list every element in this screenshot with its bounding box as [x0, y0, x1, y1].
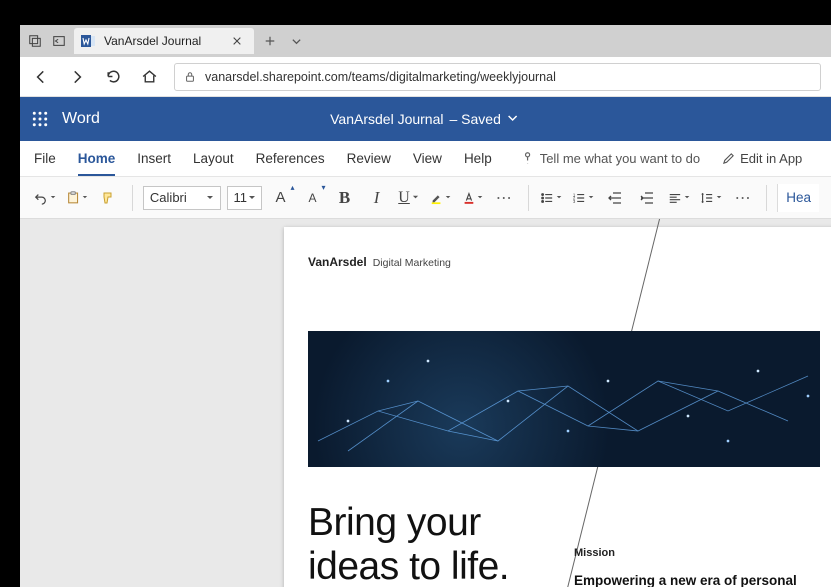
word-favicon-icon	[80, 33, 96, 49]
document-saved-status: – Saved	[450, 111, 501, 127]
url-text: vanarsdel.sharepoint.com/teams/digitalma…	[205, 70, 556, 84]
bold-button[interactable]: B	[332, 184, 358, 212]
tab-file[interactable]: File	[34, 141, 56, 176]
font-color-button[interactable]	[460, 184, 486, 212]
refresh-button[interactable]	[102, 66, 124, 88]
separator	[132, 185, 133, 211]
app-name: Word	[62, 110, 100, 128]
new-tab-button[interactable]	[260, 31, 280, 51]
document-canvas[interactable]: VanArsdel Digital Marketing Bring your i…	[20, 219, 831, 587]
tab-home[interactable]: Home	[78, 141, 116, 176]
mission-block: Mission Empowering a new era of personal…	[574, 501, 822, 587]
grow-font-button[interactable]: A▴	[268, 184, 294, 212]
tab-view[interactable]: View	[413, 141, 442, 176]
line-spacing-button[interactable]	[698, 184, 724, 212]
lock-icon	[183, 70, 197, 84]
undo-button[interactable]	[32, 184, 58, 212]
tell-me-search[interactable]: Tell me what you want to do	[522, 151, 700, 166]
back-button[interactable]	[30, 66, 52, 88]
browser-window: VanArsdel Journal vanarsde	[20, 25, 831, 587]
headline: Bring your ideas to life.	[308, 501, 548, 587]
italic-button[interactable]: I	[364, 184, 390, 212]
brand-subtitle: Digital Marketing	[373, 257, 451, 269]
paste-button[interactable]	[64, 184, 90, 212]
word-title-bar: Word VanArsdel Journal – Saved	[20, 97, 831, 141]
more-font-options-icon[interactable]: ⋯	[492, 184, 518, 212]
close-tab-icon[interactable]	[230, 34, 244, 48]
set-aside-tabs-icon[interactable]	[50, 32, 68, 50]
tab-help[interactable]: Help	[464, 141, 492, 176]
ribbon-tabs: File Home Insert Layout References Revie…	[20, 141, 831, 177]
brand-name: VanArsdel	[308, 255, 367, 269]
shrink-font-button[interactable]: A▾	[300, 184, 326, 212]
forward-button[interactable]	[66, 66, 88, 88]
tab-references[interactable]: References	[256, 141, 325, 176]
font-family-select[interactable]: Calibri	[143, 186, 222, 210]
brand-header: VanArsdel Digital Marketing	[308, 255, 822, 269]
url-input[interactable]: vanarsdel.sharepoint.com/teams/digitalma…	[174, 63, 821, 91]
bullet-list-button[interactable]	[538, 184, 564, 212]
font-size-select[interactable]: 11	[227, 186, 261, 210]
app-launcher-icon[interactable]	[30, 109, 50, 129]
home-button[interactable]	[138, 66, 160, 88]
highlight-button[interactable]	[428, 184, 454, 212]
browser-tab[interactable]: VanArsdel Journal	[74, 28, 254, 54]
tab-layout[interactable]: Layout	[193, 141, 234, 176]
hero-image	[308, 331, 820, 467]
chevron-down-icon	[507, 112, 521, 126]
document-page[interactable]: VanArsdel Digital Marketing Bring your i…	[284, 227, 831, 587]
ribbon-toolbar: Calibri 11 A▴ A▾ B I U ⋯	[20, 177, 831, 219]
document-title-text: VanArsdel Journal	[330, 111, 443, 127]
tab-review[interactable]: Review	[347, 141, 391, 176]
browser-tab-strip: VanArsdel Journal	[20, 25, 831, 57]
numbered-list-button[interactable]: 123	[570, 184, 596, 212]
separator	[766, 185, 767, 211]
format-painter-button[interactable]	[96, 184, 122, 212]
browser-tab-title: VanArsdel Journal	[104, 34, 201, 48]
styles-pane[interactable]: Hea	[777, 184, 819, 212]
align-button[interactable]	[666, 184, 692, 212]
separator	[528, 185, 529, 211]
mission-label: Mission	[574, 547, 822, 559]
underline-button[interactable]: U	[396, 184, 422, 212]
tab-actions-icon[interactable]	[26, 32, 44, 50]
more-paragraph-options-icon[interactable]: ⋯	[730, 184, 756, 212]
browser-address-bar: vanarsdel.sharepoint.com/teams/digitalma…	[20, 57, 831, 97]
edit-in-app-button[interactable]: Edit in App	[722, 151, 802, 166]
decrease-indent-button[interactable]	[602, 184, 628, 212]
tab-insert[interactable]: Insert	[137, 141, 171, 176]
tabs-chevron-icon[interactable]	[286, 31, 306, 51]
document-title[interactable]: VanArsdel Journal – Saved	[330, 111, 521, 127]
mission-headline: Empowering a new era of personal product…	[574, 573, 822, 587]
svg-text:3: 3	[573, 199, 576, 204]
increase-indent-button[interactable]	[634, 184, 660, 212]
